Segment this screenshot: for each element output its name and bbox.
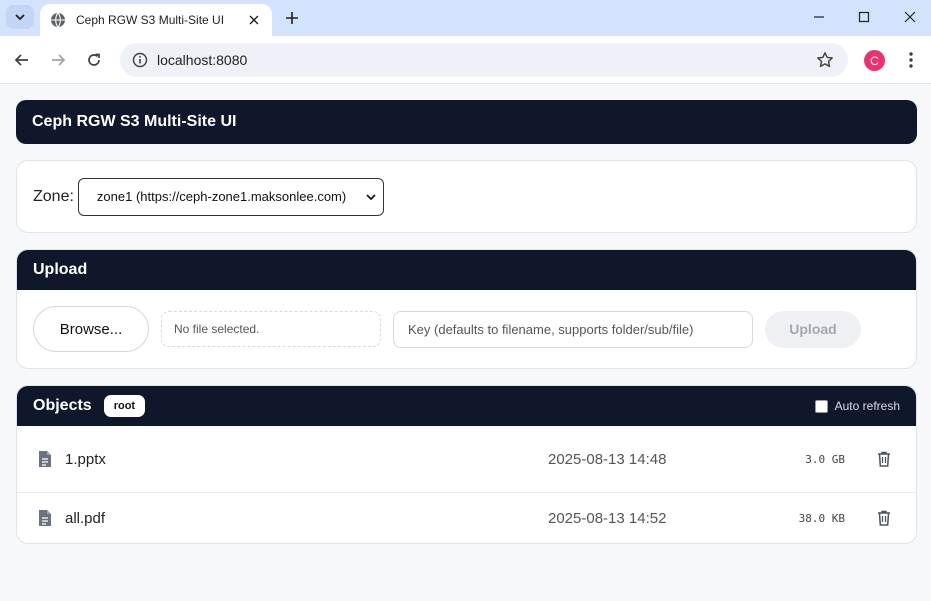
page-content: Ceph RGW S3 Multi-Site UI Zone: zone1 (h…	[0, 84, 931, 601]
browser-tab-bar: Ceph RGW S3 Multi-Site UI	[0, 0, 931, 36]
chevron-down-icon	[15, 14, 25, 21]
auto-refresh-toggle[interactable]: Auto refresh	[814, 399, 900, 413]
page-title: Ceph RGW S3 Multi-Site UI	[32, 113, 237, 130]
back-button[interactable]	[10, 48, 34, 72]
file-icon	[37, 509, 53, 527]
arrow-left-icon	[14, 54, 28, 66]
tab-search-button[interactable]	[6, 5, 34, 29]
object-name[interactable]: 1.pptx	[65, 451, 265, 468]
file-icon	[37, 450, 53, 468]
object-list: 1.pptx 2025-08-13 14:48 3.0 GB all.pdf 2…	[17, 426, 916, 543]
zone-card: Zone: zone1 (https://ceph-zone1.maksonle…	[16, 160, 917, 233]
objects-header: Objects root Auto refresh	[17, 386, 916, 426]
arrow-right-icon	[52, 54, 66, 66]
maximize-icon	[858, 11, 870, 23]
file-status: No file selected.	[161, 311, 381, 347]
reload-icon	[88, 53, 100, 66]
path-badge[interactable]: root	[103, 395, 146, 417]
object-size: 3.0 GB	[805, 452, 845, 466]
upload-header: Upload	[17, 250, 916, 290]
avatar[interactable]: C	[864, 50, 885, 71]
zone-select[interactable]: zone1 (https://ceph-zone1.maksonlee.com)	[77, 177, 384, 216]
app-header: Ceph RGW S3 Multi-Site UI	[16, 100, 917, 144]
objects-title-group: Objects root	[33, 395, 146, 417]
upload-card: Upload Browse... No file selected. Key (…	[16, 249, 917, 369]
browse-button[interactable]: Browse...	[33, 306, 149, 352]
object-modified: 2025-08-13 14:52	[548, 509, 667, 527]
url-text: localhost:8080	[157, 52, 248, 68]
maximize-button[interactable]	[850, 6, 878, 28]
forward-button[interactable]	[46, 48, 70, 72]
browser-toolbar: localhost:8080 C	[0, 36, 931, 84]
address-bar[interactable]: localhost:8080	[120, 43, 848, 77]
close-icon	[904, 11, 916, 23]
info-icon[interactable]	[132, 52, 148, 68]
minimize-button[interactable]	[805, 6, 833, 28]
upload-heading: Upload	[33, 261, 88, 278]
upload-body: Browse... No file selected. Key (default…	[17, 290, 916, 368]
chevron-down-icon	[366, 193, 376, 200]
objects-heading: Objects	[33, 397, 92, 414]
reload-button[interactable]	[82, 48, 106, 72]
object-row[interactable]: all.pdf 2025-08-13 14:52 38.0 KB	[17, 492, 916, 543]
objects-card: Objects root Auto refresh 1.pptx 2025-08…	[16, 385, 917, 544]
zone-label: Zone:	[33, 187, 74, 205]
upload-button[interactable]: Upload	[765, 310, 861, 348]
object-modified: 2025-08-13 14:48	[548, 450, 667, 468]
star-icon[interactable]	[816, 51, 834, 69]
tab-title: Ceph RGW S3 Multi-Site UI	[76, 13, 225, 27]
auto-refresh-label: Auto refresh	[834, 399, 900, 413]
plus-icon	[286, 12, 298, 24]
trash-icon[interactable]	[877, 510, 891, 526]
globe-icon	[50, 12, 66, 28]
trash-icon[interactable]	[877, 451, 891, 467]
close-icon[interactable]	[246, 12, 262, 28]
object-name[interactable]: all.pdf	[65, 510, 265, 527]
browser-tab[interactable]: Ceph RGW S3 Multi-Site UI	[40, 4, 272, 36]
window-close-button[interactable]	[896, 6, 924, 28]
new-tab-button[interactable]	[282, 8, 302, 28]
object-size: 38.0 KB	[798, 511, 845, 525]
more-menu-icon[interactable]	[902, 50, 920, 70]
object-row[interactable]: 1.pptx 2025-08-13 14:48 3.0 GB	[17, 426, 916, 492]
key-input[interactable]: Key (defaults to filename, supports fold…	[393, 310, 753, 348]
minimize-icon	[814, 16, 824, 18]
auto-refresh-checkbox[interactable]	[814, 399, 828, 413]
zone-select-value: zone1 (https://ceph-zone1.maksonlee.com)	[96, 189, 347, 204]
